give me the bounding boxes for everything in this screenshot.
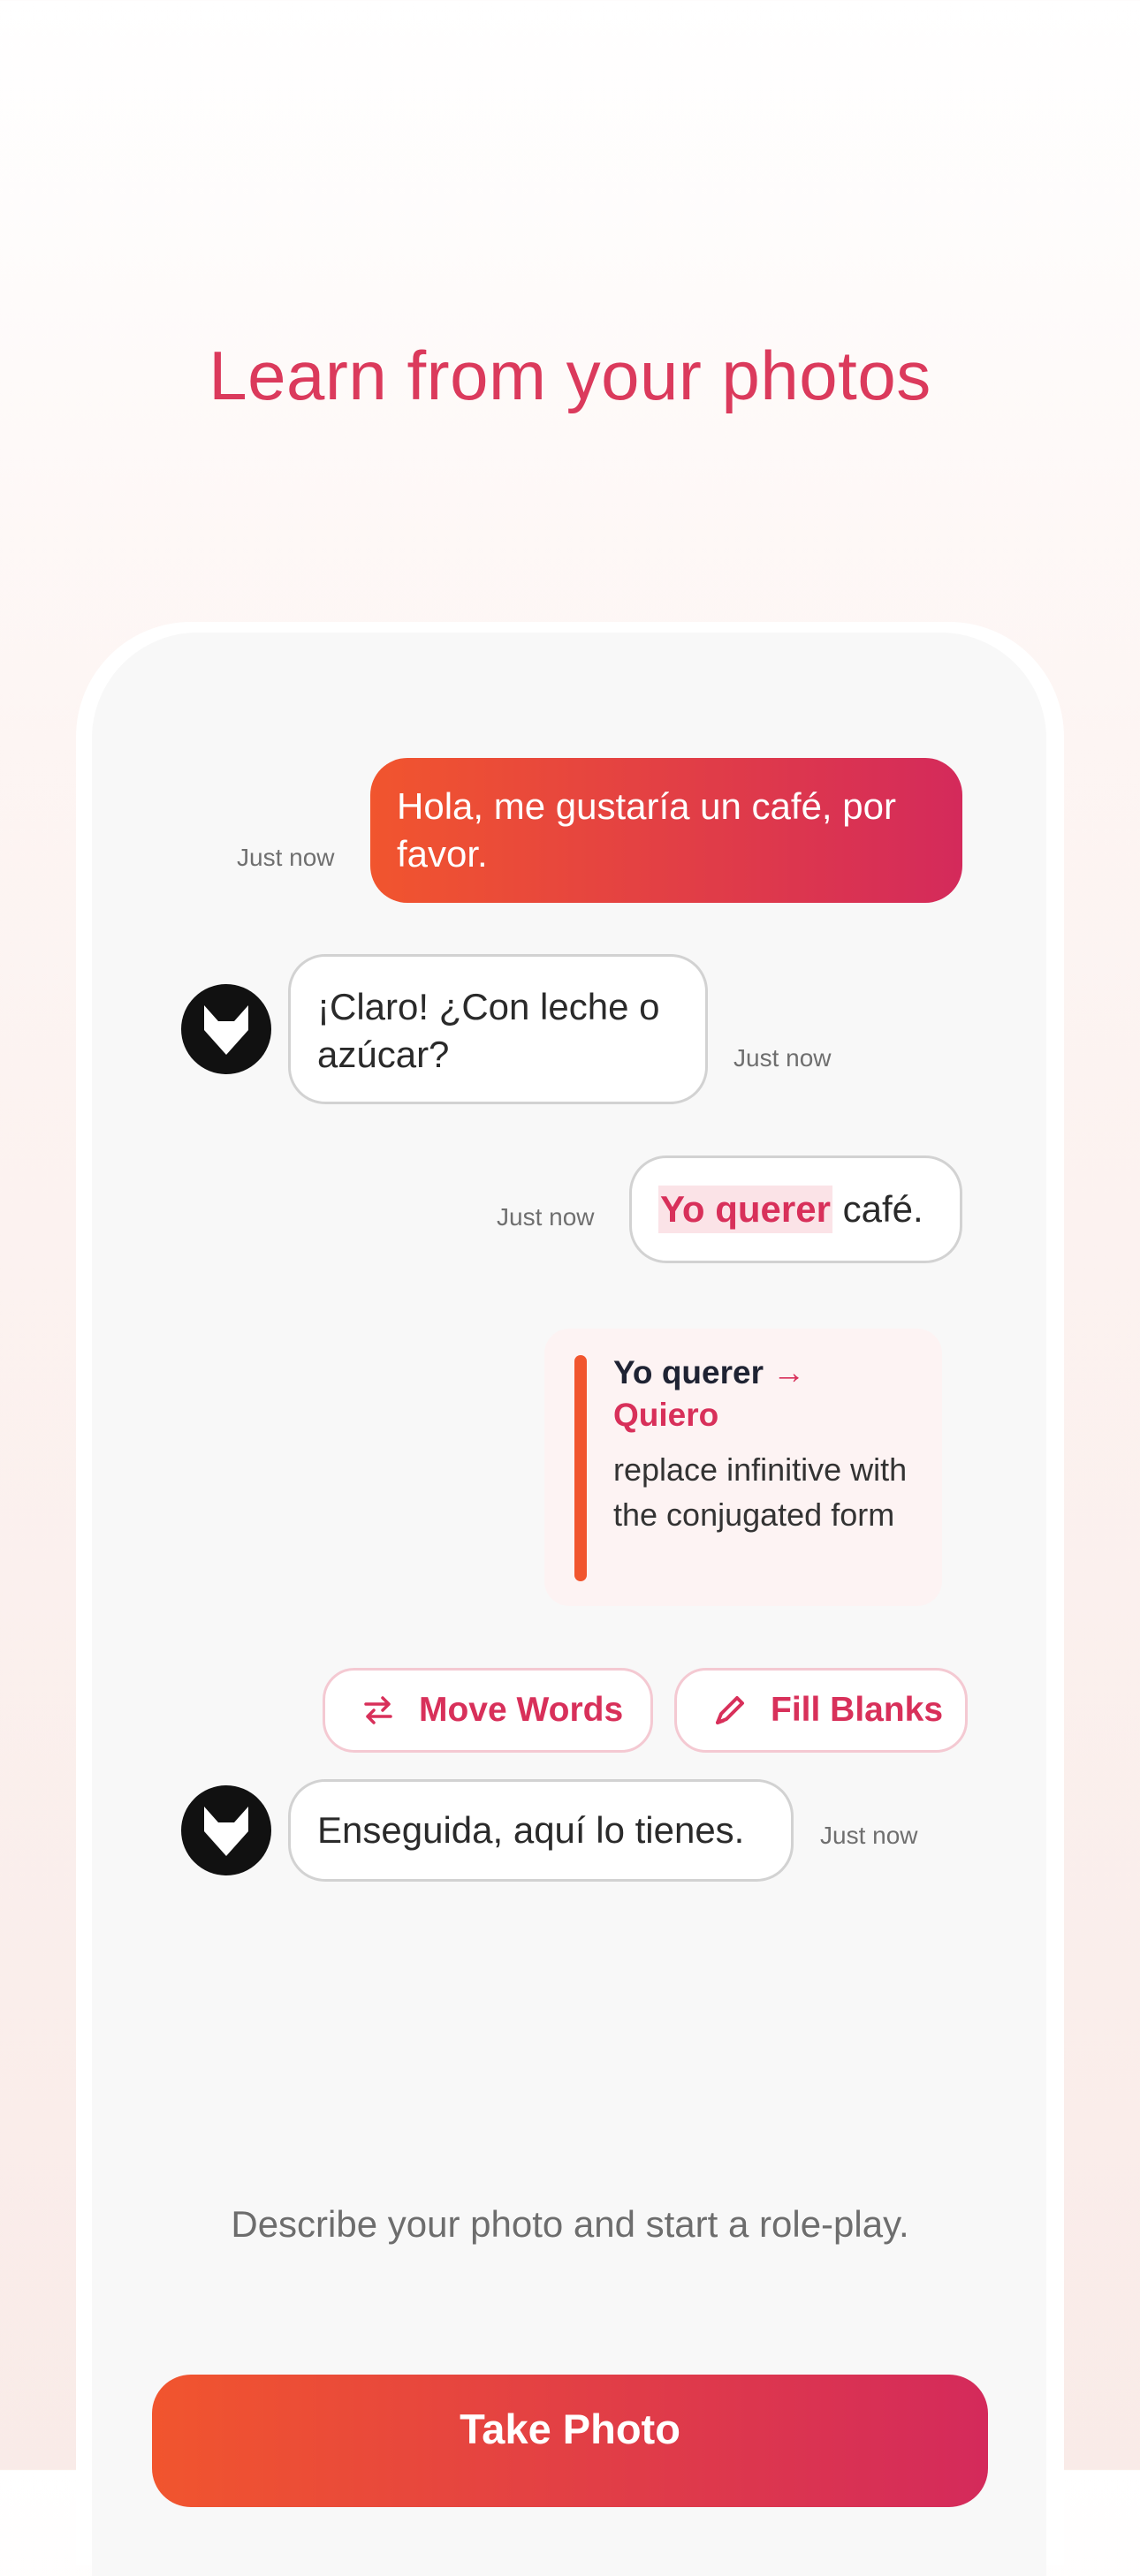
message-text: café. xyxy=(832,1188,923,1230)
swap-arrows-icon xyxy=(357,1689,399,1731)
move-words-button[interactable]: Move Words xyxy=(323,1668,653,1753)
error-highlight[interactable]: Yo querer xyxy=(658,1186,832,1233)
message-timestamp: Just now xyxy=(237,844,335,871)
fox-icon xyxy=(204,1807,248,1856)
correction-explanation: replace infinitive with the conjugated f… xyxy=(613,1451,908,1533)
user-message-bubble-with-error[interactable]: Yo querer café. xyxy=(629,1155,962,1263)
message-text: Enseguida, aquí lo tienes. xyxy=(317,1809,745,1851)
take-photo-label: Take Photo xyxy=(460,2406,680,2452)
original-phrase: Yo querer xyxy=(613,1354,764,1390)
message-timestamp: Just now xyxy=(820,1822,918,1849)
instruction-text: Describe your photo and start a role-pla… xyxy=(231,2203,909,2245)
take-photo-button[interactable]: Take Photo xyxy=(152,2375,988,2507)
correction-accent-bar xyxy=(574,1355,587,1581)
user-message-bubble: Hola, me gustaría un café, por favor. xyxy=(370,758,962,903)
bot-avatar xyxy=(181,1785,271,1875)
fill-blanks-label: Fill Blanks xyxy=(771,1691,944,1729)
page-title: Learn from your photos xyxy=(209,337,931,414)
fox-icon xyxy=(204,1005,248,1055)
bot-message-bubble: Enseguida, aquí lo tienes. xyxy=(288,1779,794,1882)
message-timestamp: Just now xyxy=(497,1203,595,1231)
move-words-label: Move Words xyxy=(419,1691,624,1729)
bot-message-bubble: ¡Claro! ¿Con leche o azúcar? xyxy=(288,954,708,1104)
correction-title: Yo querer → Quiero xyxy=(613,1352,914,1436)
message-text: ¡Claro! ¿Con leche o azúcar? xyxy=(317,986,660,1075)
bot-avatar xyxy=(181,984,271,1074)
arrow-icon: → xyxy=(763,1354,806,1390)
fill-blanks-button[interactable]: Fill Blanks xyxy=(674,1668,968,1753)
pencil-icon xyxy=(709,1689,751,1731)
corrected-phrase: Quiero xyxy=(613,1397,719,1433)
message-timestamp: Just now xyxy=(733,1044,832,1072)
message-text: Hola, me gustaría un café, por favor. xyxy=(397,785,896,875)
correction-card: Yo querer → Quiero replace infinitive wi… xyxy=(544,1329,942,1606)
